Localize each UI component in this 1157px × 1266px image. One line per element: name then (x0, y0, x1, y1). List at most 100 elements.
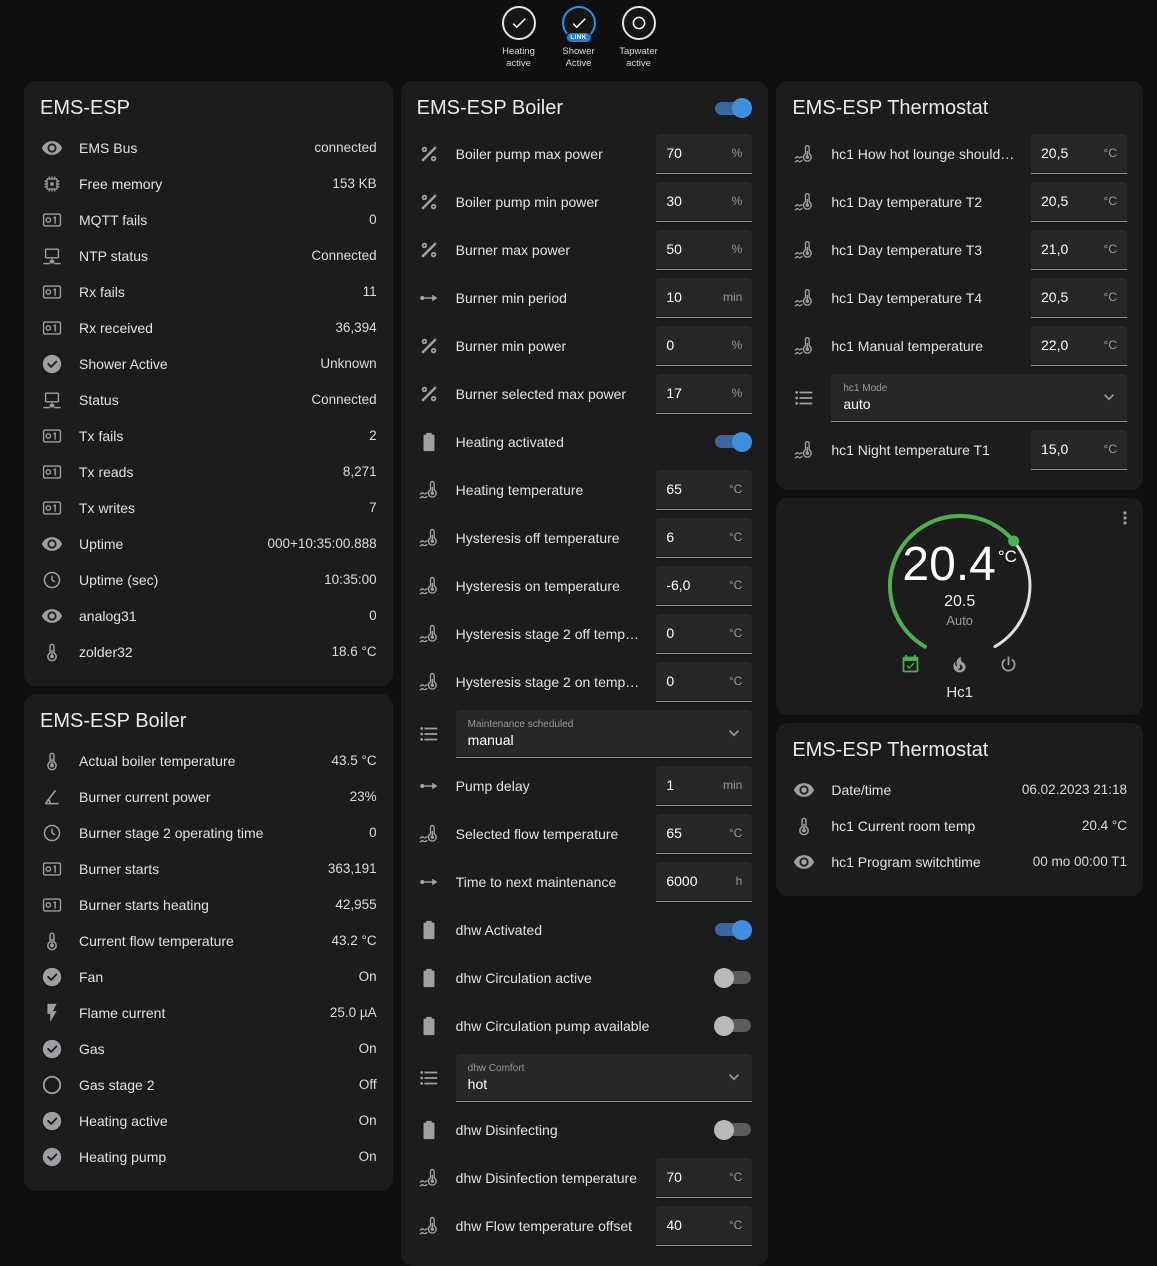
entity-label: Hysteresis on temperature (456, 578, 642, 594)
eye-icon (40, 605, 64, 627)
entity-row[interactable]: Burner stage 2 operating time0 (40, 815, 377, 851)
thermo-water-icon (792, 335, 816, 357)
entity-label: Gas (79, 1041, 344, 1057)
entity-row: Heating activated (417, 418, 753, 466)
entity-row[interactable]: GasOn (40, 1031, 377, 1067)
number-input[interactable]: 10min (656, 278, 752, 318)
menu-dots-icon[interactable] (1115, 508, 1135, 533)
entity-row: dhw Disinfecting (417, 1106, 753, 1154)
number-input[interactable]: 6°C (656, 518, 752, 558)
card-title: EMS-ESP Thermostat (792, 97, 988, 120)
entity-row[interactable]: Tx reads8,271 (40, 454, 377, 490)
entity-row[interactable]: Gas stage 2Off (40, 1067, 377, 1103)
number-input[interactable]: 0°C (656, 662, 752, 702)
select-value: hot (468, 1076, 725, 1092)
number-input[interactable]: 0% (656, 326, 752, 366)
entity-row[interactable]: hc1 Program switchtime00 mo 00:00 T1 (792, 844, 1127, 880)
counter-icon (40, 317, 64, 339)
select-field[interactable]: Maintenance scheduledmanual (456, 710, 753, 758)
toggle-switch[interactable] (714, 968, 752, 988)
number-input[interactable]: 20,5°C (1031, 182, 1127, 222)
entity-row[interactable]: Uptime (sec)10:35:00 (40, 562, 377, 598)
entity-row[interactable]: Heating activeOn (40, 1103, 377, 1139)
thermostat-gauge[interactable]: 20.4°C20.5Auto (855, 510, 1065, 668)
thermo-water-icon (417, 575, 441, 597)
entity-row[interactable]: Burner starts363,191 (40, 851, 377, 887)
number-input[interactable]: 0°C (656, 614, 752, 654)
memory-icon (40, 173, 64, 195)
entity-row[interactable]: analog310 (40, 598, 377, 634)
number-input[interactable]: -6,0°C (656, 566, 752, 606)
entity-value: 8,271 (343, 464, 377, 479)
entity-row[interactable]: Burner starts heating42,955 (40, 887, 377, 923)
toggle-switch[interactable] (714, 432, 752, 452)
entity-row[interactable]: FanOn (40, 959, 377, 995)
entity-row[interactable]: Actual boiler temperature43.5 °C (40, 743, 377, 779)
card-header-toggle[interactable] (714, 98, 752, 118)
entity-label: Time to next maintenance (456, 874, 642, 890)
entity-row[interactable]: Flame current25.0 µA (40, 995, 377, 1031)
number-input[interactable]: 50% (656, 230, 752, 270)
entity-label: dhw Flow temperature offset (456, 1218, 642, 1234)
number-input[interactable]: 30% (656, 182, 752, 222)
entity-label: Tx writes (79, 500, 354, 516)
entity-value: 18.6 °C (331, 644, 376, 659)
entity-row[interactable]: Tx fails2 (40, 418, 377, 454)
entity-label: dhw Circulation pump available (456, 1018, 700, 1034)
entity-row[interactable]: StatusConnected (40, 382, 377, 418)
entity-row[interactable]: Free memory153 KB (40, 166, 377, 202)
thermostat-card: 20.4°C20.5Auto Hc1 (776, 498, 1143, 715)
number-input[interactable]: 22,0°C (1031, 326, 1127, 366)
entity-row[interactable]: MQTT fails0 (40, 202, 377, 238)
entity-row[interactable]: Rx received36,394 (40, 310, 377, 346)
number-input[interactable]: 17% (656, 374, 752, 414)
entity-value: 20.4 °C (1082, 818, 1127, 833)
counter-icon (40, 858, 64, 880)
number-input[interactable]: 70% (656, 134, 752, 174)
number-input[interactable]: 70°C (656, 1158, 752, 1198)
check-circle-icon (40, 966, 64, 988)
number-input[interactable]: 6000h (656, 862, 752, 902)
toggle-switch[interactable] (714, 920, 752, 940)
entity-row: Burner selected max power17% (417, 370, 753, 418)
number-unit: °C (729, 626, 742, 640)
entity-row[interactable]: hc1 Current room temp20.4 °C (792, 808, 1127, 844)
entity-row[interactable]: Burner current power23% (40, 779, 377, 815)
entity-row[interactable]: NTP statusConnected (40, 238, 377, 274)
entity-row[interactable]: Tx writes7 (40, 490, 377, 526)
badge-tapwater-active[interactable]: Tapwater active (613, 6, 665, 71)
entity-row[interactable]: EMS Busconnected (40, 130, 377, 166)
number-input[interactable]: 21,0°C (1031, 230, 1127, 270)
entity-row[interactable]: Date/time06.02.2023 21:18 (792, 772, 1127, 808)
counter-icon (40, 209, 64, 231)
number-value: 17 (666, 385, 682, 401)
number-input[interactable]: 1min (656, 766, 752, 806)
number-input[interactable]: 65°C (656, 470, 752, 510)
entity-row[interactable]: Uptime000+10:35:00.888 (40, 526, 377, 562)
number-input[interactable]: 20,5°C (1031, 134, 1127, 174)
entity-label: dhw Activated (456, 922, 700, 938)
badge-shower-active[interactable]: LINKShower Active (553, 6, 605, 71)
entity-label: Hysteresis stage 2 off temp… (456, 626, 642, 642)
select-field[interactable]: dhw Comforthot (456, 1054, 753, 1102)
number-input[interactable]: 15,0°C (1031, 430, 1127, 470)
chevron-down-icon (724, 723, 744, 743)
toggle-switch[interactable] (714, 1016, 752, 1036)
entity-value: Connected (311, 248, 376, 263)
select-field[interactable]: hc1 Modeauto (831, 374, 1127, 422)
entity-row[interactable]: Current flow temperature43.2 °C (40, 923, 377, 959)
number-input[interactable]: 65°C (656, 814, 752, 854)
entity-row[interactable]: zolder3218.6 °C (40, 634, 377, 670)
entity-value: 06.02.2023 21:18 (1022, 782, 1127, 797)
thermo-water-icon (792, 287, 816, 309)
entity-row[interactable]: Rx fails11 (40, 274, 377, 310)
entity-row[interactable]: Heating pumpOn (40, 1139, 377, 1175)
number-input[interactable]: 40°C (656, 1206, 752, 1246)
number-input[interactable]: 20,5°C (1031, 278, 1127, 318)
toggle-switch[interactable] (714, 1120, 752, 1140)
entity-row: hc1 Manual temperature22,0°C (792, 322, 1127, 370)
entity-row[interactable]: Shower ActiveUnknown (40, 346, 377, 382)
thermostat-name: Hc1 (946, 684, 973, 701)
entity-row: hc1 Day temperature T420,5°C (792, 274, 1127, 322)
badge-heating-active[interactable]: Heating active (493, 6, 545, 71)
